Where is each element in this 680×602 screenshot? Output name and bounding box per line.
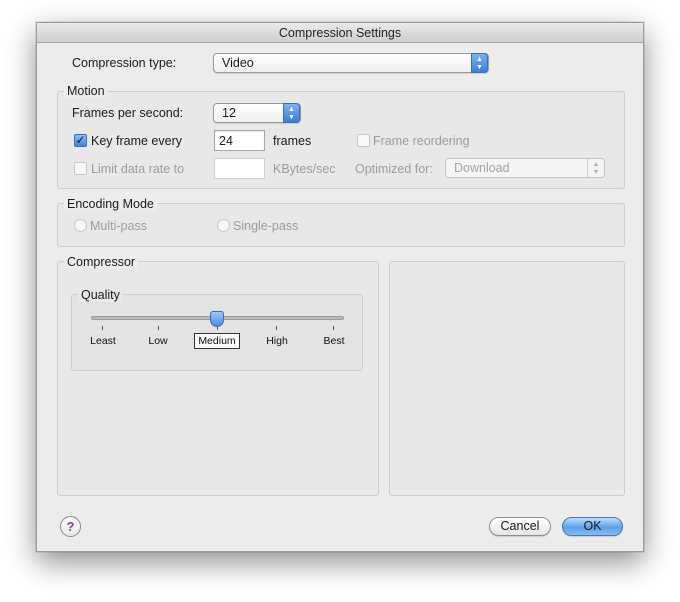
up-down-arrows-icon: ▲ ▼ — [283, 103, 300, 123]
quality-level-medium[interactable]: Medium — [194, 333, 240, 349]
multi-pass-label: Multi-pass — [90, 219, 147, 233]
key-frame-value: 24 — [219, 134, 233, 148]
up-down-arrows-icon: ▲ ▼ — [587, 159, 604, 177]
compression-type-value: Video — [222, 56, 254, 70]
up-down-arrows-icon: ▲ ▼ — [471, 53, 488, 73]
quality-slider-thumb[interactable] — [210, 311, 224, 327]
compressor-options-panel — [389, 261, 625, 496]
optimized-for-popup[interactable]: Download ▲ ▼ — [445, 158, 605, 178]
optimized-for-label: Optimized for: — [355, 162, 433, 176]
window-title: Compression Settings — [37, 23, 643, 43]
motion-group-title: Motion — [64, 84, 108, 98]
key-frame-checkbox[interactable]: ✓ — [74, 134, 87, 147]
encoding-mode-title: Encoding Mode — [64, 197, 157, 211]
optimized-for-value: Download — [454, 161, 510, 175]
compressor-title: Compressor — [64, 255, 139, 269]
ok-button[interactable]: OK — [562, 517, 623, 536]
frame-reordering-checkbox[interactable] — [357, 134, 370, 147]
limit-data-rate-checkbox[interactable] — [74, 162, 87, 175]
quality-level-high[interactable]: High — [252, 335, 302, 347]
checkmark-icon: ✓ — [75, 133, 86, 147]
quality-level-best[interactable]: Best — [309, 335, 359, 347]
key-frame-field[interactable]: 24 — [214, 130, 265, 151]
limit-data-rate-field[interactable] — [214, 158, 265, 179]
question-mark-icon[interactable]: ? — [60, 516, 81, 537]
compression-settings-window: Compression Settings Compression type: V… — [36, 22, 644, 552]
limit-data-rate-label: Limit data rate to — [91, 162, 185, 176]
single-pass-radio[interactable] — [217, 219, 230, 232]
quality-title: Quality — [78, 288, 123, 302]
frames-per-second-popup[interactable]: 12 ▲ ▼ — [213, 103, 301, 123]
quality-tick — [333, 326, 334, 330]
frame-reordering-label: Frame reordering — [373, 134, 470, 148]
single-pass-label: Single-pass — [233, 219, 299, 233]
quality-level-least[interactable]: Least — [78, 335, 128, 347]
quality-tick — [276, 326, 277, 330]
key-frame-label: Key frame every — [91, 134, 183, 148]
multi-pass-radio[interactable] — [74, 219, 87, 232]
frames-per-second-label: Frames per second: — [72, 106, 184, 120]
compression-type-popup[interactable]: Video ▲ ▼ — [213, 53, 489, 73]
frames-unit-label: frames — [273, 134, 312, 148]
quality-tick — [158, 326, 159, 330]
cancel-button[interactable]: Cancel — [489, 517, 551, 536]
compression-type-label: Compression type: — [72, 56, 177, 70]
kbytes-unit-label: KBytes/sec — [273, 162, 336, 176]
frames-per-second-value: 12 — [222, 106, 236, 120]
quality-tick — [102, 326, 103, 330]
quality-level-low[interactable]: Low — [133, 335, 183, 347]
